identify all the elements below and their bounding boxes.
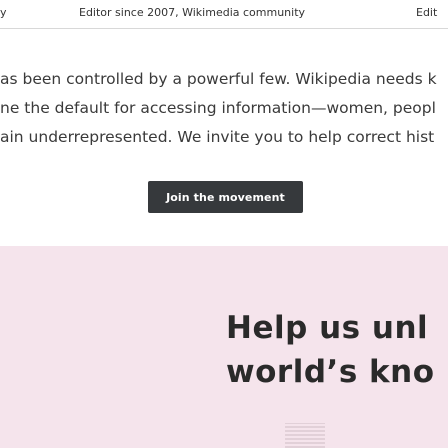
hero-title-line-2: world’s kno [226,354,435,390]
author-strip: y Editor since 2007, Wikimedia community… [0,0,448,26]
edit-link[interactable]: Edit [416,6,437,19]
hero-title: Help us unl world’s kno [226,306,435,394]
article-text-line-1: as been controlled by a powerful few. Wi… [0,70,437,88]
page: y Editor since 2007, Wikimedia community… [0,0,448,448]
article-text-line-3: ain underrepresented. We invite you to h… [0,128,435,146]
join-movement-button[interactable]: Join the movement [148,181,303,213]
hero-banner: Help us unl world’s kno [0,246,448,448]
author-name-fragment: y [0,6,7,19]
hero-decoration [285,423,325,448]
article-text-line-2: ne the default for accessing information… [0,99,436,117]
author-byline: Editor since 2007, Wikimedia community [79,6,306,19]
hero-title-line-1: Help us unl [226,310,429,346]
divider [0,28,448,29]
